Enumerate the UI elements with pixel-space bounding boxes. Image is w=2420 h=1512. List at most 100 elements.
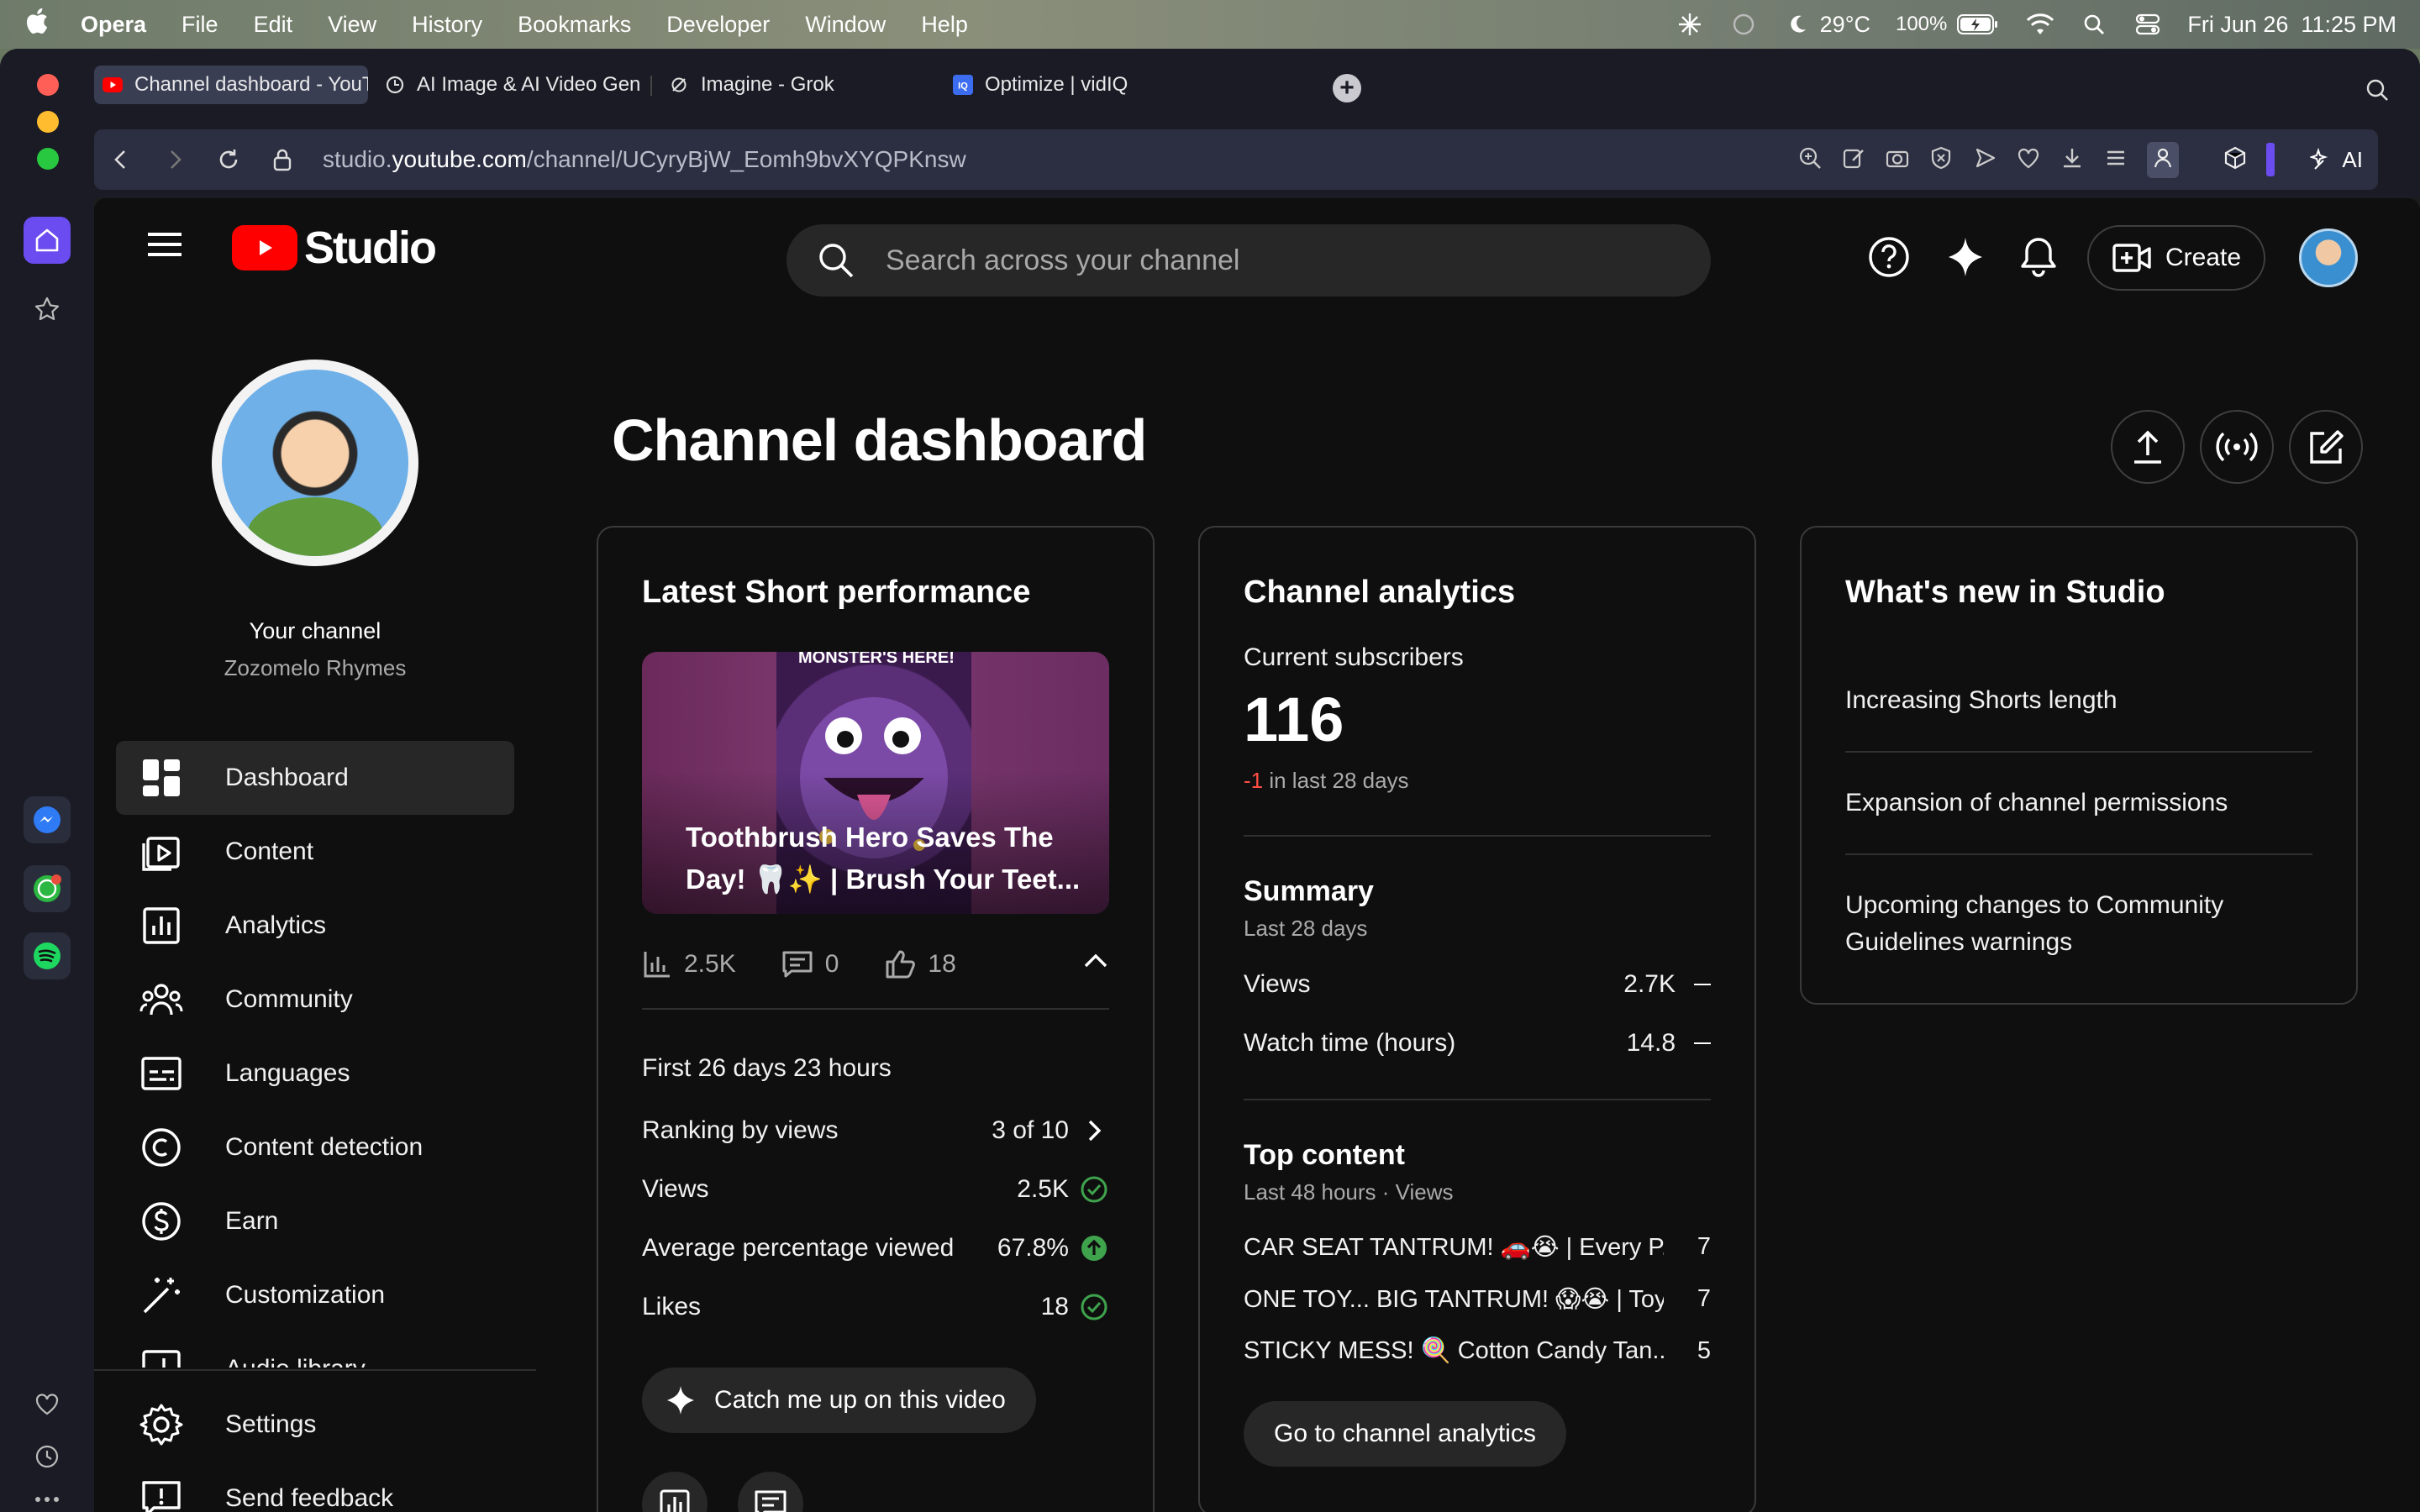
nav-item-send-feedback[interactable]: Send feedback: [116, 1462, 514, 1512]
opera-history-button[interactable]: [24, 1433, 71, 1480]
nav-item-audio-library[interactable]: Audio library: [116, 1332, 514, 1368]
short-comments-button[interactable]: [738, 1472, 803, 1512]
nav-item-dashboard[interactable]: Dashboard: [116, 741, 514, 815]
dollar-icon: [136, 1196, 187, 1247]
menu-app-name[interactable]: Opera: [81, 12, 146, 38]
menu-window[interactable]: Window: [805, 12, 886, 38]
nav-item-community[interactable]: Community: [116, 963, 514, 1037]
comment-icon: [755, 1490, 786, 1512]
camera-icon[interactable]: [1885, 145, 1910, 175]
new-tab-button[interactable]: +: [1333, 74, 1361, 102]
back-button[interactable]: [94, 133, 148, 186]
top-content-item[interactable]: STICKY MESS! 🍭 Cotton Candy Tan... 5: [1244, 1332, 1711, 1369]
weather-moon-icon[interactable]: [1783, 10, 1812, 39]
zoom-icon[interactable]: [1797, 145, 1823, 175]
apple-icon[interactable]: [24, 7, 57, 43]
tab-vidiq[interactable]: IQ Optimize | vidIQ: [944, 66, 1213, 104]
create-button[interactable]: Create: [2087, 225, 2265, 291]
studio-logo[interactable]: Studio: [232, 222, 437, 274]
opera-sidebar: [0, 49, 94, 1512]
nav-item-analytics[interactable]: Analytics: [116, 889, 514, 963]
tab-ai-image-video[interactable]: AI Image & AI Video Gen: [376, 66, 642, 104]
heart-icon[interactable]: [2016, 145, 2041, 175]
lock-icon[interactable]: [255, 133, 309, 186]
go-to-channel-analytics-button[interactable]: Go to channel analytics: [1244, 1401, 1566, 1467]
forward-button[interactable]: [148, 133, 202, 186]
menu-help[interactable]: Help: [921, 12, 968, 38]
control-center-icon[interactable]: [2133, 10, 2162, 39]
nav-item-settings[interactable]: Settings: [116, 1388, 514, 1462]
top-content-item[interactable]: CAR SEAT TANTRUM! 🚗😭 | Every P... 7: [1244, 1228, 1711, 1265]
nav-item-languages[interactable]: Languages: [116, 1037, 514, 1110]
extensions-cube-icon[interactable]: [2223, 145, 2248, 175]
nav-item-content[interactable]: Content: [116, 815, 514, 889]
easy-setup-icon[interactable]: [2103, 145, 2128, 175]
short-views-value: 2.5K: [684, 950, 736, 978]
tab-channel-dashboard[interactable]: Channel dashboard - YouTube Studio: [94, 66, 368, 104]
search-input[interactable]: [886, 244, 1642, 277]
window-zoom-button[interactable]: [37, 148, 59, 170]
tab-search-button[interactable]: [2365, 77, 2390, 107]
live-broadcast-icon: [2216, 432, 2258, 462]
notifications-button[interactable]: [2018, 235, 2059, 279]
temperature[interactable]: 29°C: [1820, 12, 1870, 38]
menu-file[interactable]: File: [182, 12, 218, 38]
nav-item-content-detection[interactable]: Content detection: [116, 1110, 514, 1184]
news-item[interactable]: Upcoming changes to Community Guidelines…: [1845, 887, 2282, 961]
catch-me-up-button[interactable]: Catch me up on this video: [642, 1368, 1036, 1433]
card-divider: [1244, 835, 1711, 837]
nav-item-earn[interactable]: Earn: [116, 1184, 514, 1258]
adblock-icon[interactable]: [1928, 145, 1954, 175]
collapse-stats-button[interactable]: [1082, 949, 1109, 978]
ai-sparkle-button[interactable]: [1944, 235, 1986, 279]
profile-icon[interactable]: [2147, 141, 2180, 178]
aria-ai-button[interactable]: AI: [2310, 147, 2363, 173]
opera-more-button[interactable]: [24, 1487, 71, 1512]
sparkle-icon[interactable]: [1676, 10, 1704, 39]
metric-ranking-by-views[interactable]: Ranking by views 3 of 10: [642, 1112, 1109, 1149]
opera-bookmarks-button[interactable]: [24, 286, 71, 333]
menu-hamburger-button[interactable]: [146, 230, 183, 263]
download-icon[interactable]: [2060, 145, 2085, 175]
url-text[interactable]: studio.youtube.com/channel/UCyryBjW_Eomh…: [323, 146, 966, 173]
short-thumbnail[interactable]: MONSTER'S HERE! Toothbrush Hero Saves Th…: [642, 652, 1109, 914]
opera-heart-button[interactable]: [24, 1381, 71, 1428]
tab-imagine-grok[interactable]: Imagine - Grok: [660, 66, 921, 104]
top-content-item[interactable]: ONE TOY... BIG TANTRUM! 😱😭 | Toy... 7: [1244, 1280, 1711, 1317]
help-button[interactable]: [1867, 235, 1911, 279]
menu-view[interactable]: View: [328, 12, 376, 38]
upload-button[interactable]: [2111, 410, 2185, 484]
edit-page-icon[interactable]: [1841, 145, 1866, 175]
opera-home-button[interactable]: [24, 217, 71, 264]
news-item[interactable]: Expansion of channel permissions: [1845, 785, 2312, 822]
messenger-button[interactable]: [24, 796, 71, 843]
window-minimize-button[interactable]: [37, 111, 59, 133]
globe-icon: [385, 75, 405, 95]
metric-value: 18: [1040, 1293, 1069, 1320]
channel-avatar[interactable]: [212, 360, 418, 566]
battery-icon[interactable]: [1955, 10, 2001, 39]
menu-bookmarks[interactable]: Bookmarks: [518, 12, 631, 38]
channel-search-box[interactable]: [786, 224, 1711, 297]
send-icon[interactable]: [1972, 145, 1997, 175]
nav-item-customization[interactable]: Customization: [116, 1258, 514, 1332]
menubar-datetime[interactable]: Fri Jun 26 11:25 PM: [2187, 12, 2396, 38]
whatsapp-button[interactable]: [24, 865, 71, 912]
menu-history[interactable]: History: [412, 12, 482, 38]
reload-button[interactable]: [202, 133, 255, 186]
menu-developer[interactable]: Developer: [666, 12, 770, 38]
moon-icon[interactable]: [1729, 10, 1758, 39]
wifi-icon[interactable]: [2026, 10, 2054, 39]
short-analytics-button[interactable]: [642, 1472, 708, 1512]
create-post-button[interactable]: [2289, 410, 2363, 484]
account-avatar[interactable]: [2299, 228, 2358, 287]
spotlight-search-icon[interactable]: [2080, 10, 2108, 39]
menu-edit[interactable]: Edit: [254, 12, 293, 38]
go-live-button[interactable]: [2200, 410, 2274, 484]
your-channel-label[interactable]: Your channel: [94, 618, 536, 644]
news-item[interactable]: Increasing Shorts length: [1845, 682, 2312, 719]
window-close-button[interactable]: [37, 74, 59, 96]
short-views-stat: 2.5K: [642, 949, 736, 979]
sidebar-toggle-indicator[interactable]: [2266, 143, 2275, 176]
spotify-button[interactable]: [24, 932, 71, 979]
